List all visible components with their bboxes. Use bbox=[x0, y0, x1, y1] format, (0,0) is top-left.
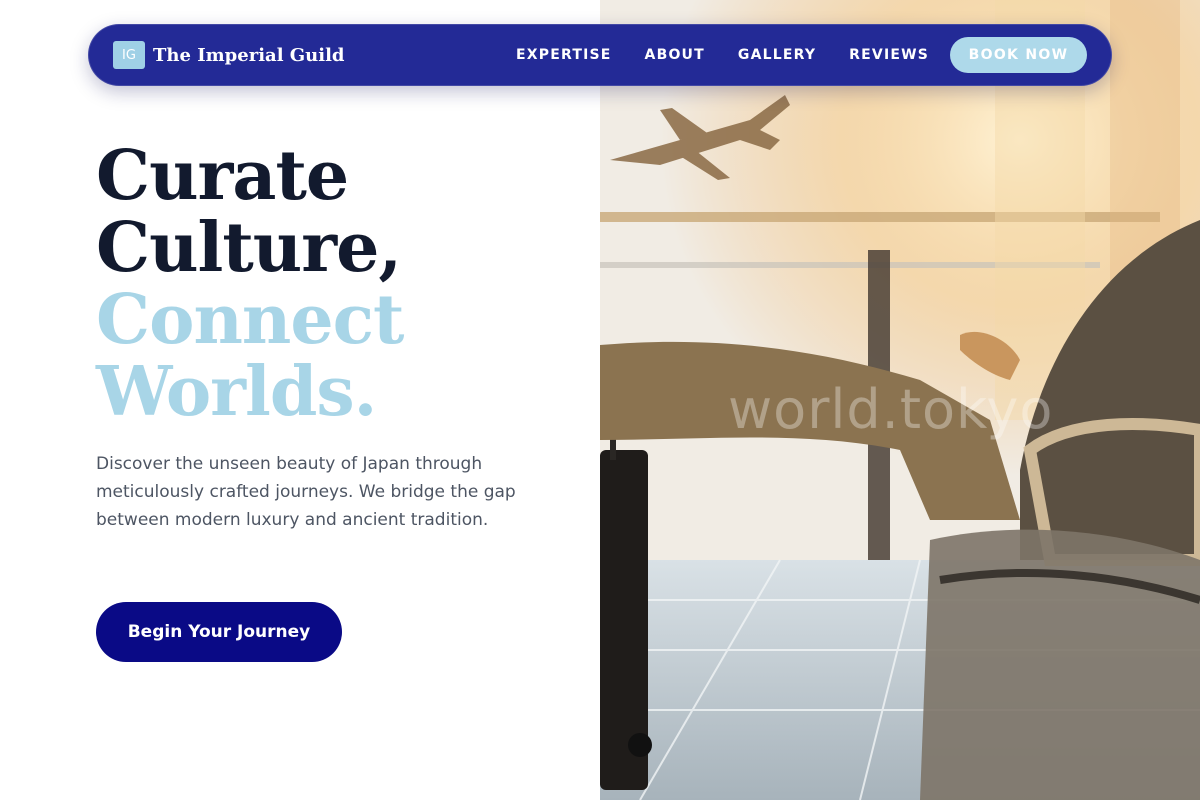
begin-journey-button[interactable]: Begin Your Journey bbox=[96, 602, 342, 662]
watermark-text: world.tokyo bbox=[728, 378, 1054, 441]
nav-link-expertise[interactable]: EXPERTISE bbox=[516, 47, 612, 63]
hero-title: Curate Culture, Connect Worlds. bbox=[96, 140, 576, 428]
hero-title-line-1: Curate bbox=[96, 136, 349, 216]
nav-links: EXPERTISE ABOUT GALLERY REVIEWS bbox=[516, 25, 929, 85]
hero-title-line-2: Culture, bbox=[96, 208, 402, 288]
book-now-button[interactable]: BOOK NOW bbox=[950, 37, 1087, 73]
hero-title-line-3: Connect bbox=[96, 280, 404, 360]
brand-logo-icon: IG bbox=[113, 41, 145, 69]
hero-title-line-4: Worlds. bbox=[96, 352, 377, 432]
nav-link-about[interactable]: ABOUT bbox=[645, 47, 705, 63]
nav-link-reviews[interactable]: REVIEWS bbox=[849, 47, 929, 63]
brand[interactable]: IG The Imperial Guild bbox=[113, 41, 345, 69]
hero-photo: world.tokyo bbox=[600, 0, 1200, 800]
top-navbar: IG The Imperial Guild EXPERTISE ABOUT GA… bbox=[88, 24, 1112, 86]
nav-link-gallery[interactable]: GALLERY bbox=[738, 47, 816, 63]
brand-name: The Imperial Guild bbox=[153, 44, 345, 66]
hero-description: Discover the unseen beauty of Japan thro… bbox=[96, 454, 516, 530]
